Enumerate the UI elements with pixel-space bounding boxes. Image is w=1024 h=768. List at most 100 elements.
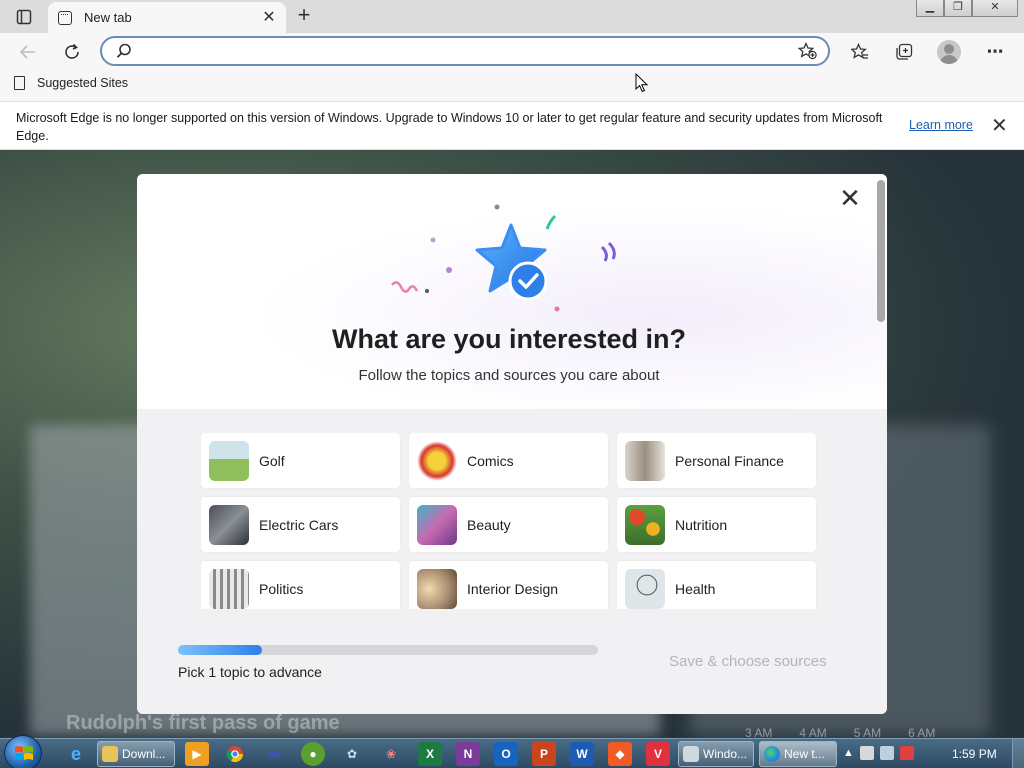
window-controls: ▁ ❐ ✕	[916, 0, 1018, 17]
dialog-close-icon[interactable]: ✕	[839, 186, 861, 212]
outlook-icon[interactable]: O	[494, 742, 518, 766]
infobar-close-icon[interactable]: ✕	[991, 116, 1008, 136]
system-tray: ▲	[843, 746, 914, 760]
topic-label: Electric Cars	[259, 516, 339, 533]
taskbar-window-label: Downl...	[122, 747, 166, 761]
topic-label: Beauty	[467, 516, 511, 533]
dialog-scrollbar-thumb[interactable]	[877, 180, 885, 322]
progress-hint: Pick 1 topic to advance	[178, 664, 322, 680]
new-tab-page-icon	[58, 10, 72, 25]
background-headline: Rudolph's first pass of game	[66, 712, 340, 734]
network-app-icon[interactable]: ✿	[340, 742, 364, 766]
window-close-button[interactable]: ✕	[972, 0, 1018, 17]
unsupported-os-infobar: Microsoft Edge is no longer supported on…	[0, 102, 1024, 150]
topic-card-comics[interactable]: Comics	[409, 433, 608, 488]
topic-label: Golf	[259, 452, 285, 469]
taskbar-window-windows[interactable]: Windo...	[678, 741, 754, 767]
paint-app-icon[interactable]: ❀	[379, 742, 403, 766]
back-button[interactable]	[16, 40, 40, 64]
topic-card-golf[interactable]: Golf	[201, 433, 400, 488]
more-dots-icon: ⋯	[986, 42, 1004, 61]
excel-icon[interactable]: X	[418, 742, 442, 766]
tab-actions-button[interactable]	[10, 6, 38, 28]
favorites-bar: Suggested Sites	[0, 70, 1024, 102]
topic-progress-fill	[178, 645, 262, 655]
volume-muted-icon[interactable]	[899, 746, 914, 760]
vivaldi-icon[interactable]: V	[646, 742, 670, 766]
topic-label: Comics	[467, 452, 514, 469]
taskbar-clock[interactable]: 1:59 PM	[952, 747, 997, 761]
back-arrow-icon	[19, 45, 35, 59]
taskbar-window-label: Windo...	[703, 747, 748, 761]
infobar-message: Microsoft Edge is no longer supported on…	[16, 111, 883, 143]
celebration-star-icon	[391, 204, 616, 312]
interior-design-thumbnail	[417, 568, 457, 609]
learn-more-link[interactable]: Learn more	[909, 118, 973, 132]
politics-thumbnail	[209, 568, 249, 609]
chrome-logo-icon	[226, 746, 244, 763]
hour-label: 6 AM	[908, 726, 936, 738]
topic-card-personal-finance[interactable]: Personal Finance	[617, 433, 816, 488]
taskbar-window-new-tab[interactable]: New t...	[759, 741, 837, 767]
search-icon	[116, 43, 131, 58]
topic-card-electric-cars[interactable]: Electric Cars	[201, 497, 400, 552]
tray-expand-icon[interactable]: ▲	[843, 747, 854, 759]
onenote-icon[interactable]: N	[456, 742, 480, 766]
address-bar[interactable]	[100, 36, 830, 66]
show-desktop-button[interactable]	[1012, 739, 1024, 768]
refresh-button[interactable]	[60, 40, 84, 64]
edge-icon	[764, 746, 780, 762]
network-icon[interactable]	[879, 746, 894, 760]
favorites-star-icon	[851, 43, 868, 59]
restore-button[interactable]: ❐	[944, 0, 972, 17]
tab-actions-icon	[16, 9, 32, 25]
favorite-suggested-sites[interactable]: Suggested Sites	[14, 76, 128, 90]
golf-thumbnail	[209, 440, 249, 481]
glasses-app-icon[interactable]: ∞	[262, 742, 286, 766]
comics-thumbnail	[417, 440, 457, 481]
electric-cars-thumbnail	[209, 504, 249, 545]
topic-label: Personal Finance	[675, 452, 784, 469]
taskbar-window-downloads[interactable]: Downl...	[97, 741, 175, 767]
topic-card-nutrition[interactable]: Nutrition	[617, 497, 816, 552]
topic-card-health[interactable]: Health	[617, 561, 816, 609]
settings-more-button[interactable]: ⋯	[983, 40, 1007, 64]
topic-card-politics[interactable]: Politics	[201, 561, 400, 609]
address-input[interactable]	[144, 41, 784, 61]
new-tab-button[interactable]: +	[292, 4, 316, 27]
windows-logo-icon	[15, 746, 33, 760]
minimize-button[interactable]: ▁	[916, 0, 944, 17]
tab-new-tab[interactable]: New tab ✕	[48, 2, 286, 33]
favorites-button[interactable]	[848, 40, 872, 64]
topic-card-beauty[interactable]: Beauty	[409, 497, 608, 552]
window-app-icon	[683, 746, 699, 762]
dialog-header: ✕ What are you interested in? Follow the…	[137, 174, 887, 409]
collections-button[interactable]	[892, 40, 916, 64]
nutrition-thumbnail	[625, 504, 665, 545]
chrome-icon[interactable]	[223, 742, 247, 766]
powerpoint-icon[interactable]: P	[532, 742, 556, 766]
personal-finance-thumbnail	[625, 440, 665, 481]
interests-dialog: ✕ What are you interested in? Follow the…	[137, 174, 887, 714]
media-player-icon[interactable]: ▶	[185, 742, 209, 766]
profile-avatar[interactable]	[937, 40, 961, 64]
start-button[interactable]	[4, 735, 42, 768]
background-hour-labels: 3 AM 4 AM 5 AM 6 AM	[745, 726, 935, 738]
tab-close-icon[interactable]: ✕	[260, 9, 278, 27]
mouse-cursor-icon	[635, 73, 649, 93]
action-center-icon[interactable]	[859, 746, 874, 760]
topic-card-interior-design[interactable]: Interior Design	[409, 561, 608, 609]
folder-icon	[102, 746, 118, 762]
save-and-choose-sources-button[interactable]: Save & choose sources	[669, 653, 827, 670]
word-icon[interactable]: W	[570, 742, 594, 766]
internet-explorer-icon[interactable]: e	[64, 742, 88, 766]
add-favorite-icon[interactable]	[798, 42, 818, 60]
hour-label: 5 AM	[853, 726, 882, 738]
brave-icon[interactable]: ◆	[608, 742, 632, 766]
page-icon	[14, 76, 25, 90]
beauty-thumbnail	[417, 504, 457, 545]
green-app-icon[interactable]: ●	[301, 742, 325, 766]
topic-label: Health	[675, 580, 716, 597]
topic-label: Politics	[259, 580, 304, 597]
browser-toolbar: ⋯	[0, 33, 1024, 70]
